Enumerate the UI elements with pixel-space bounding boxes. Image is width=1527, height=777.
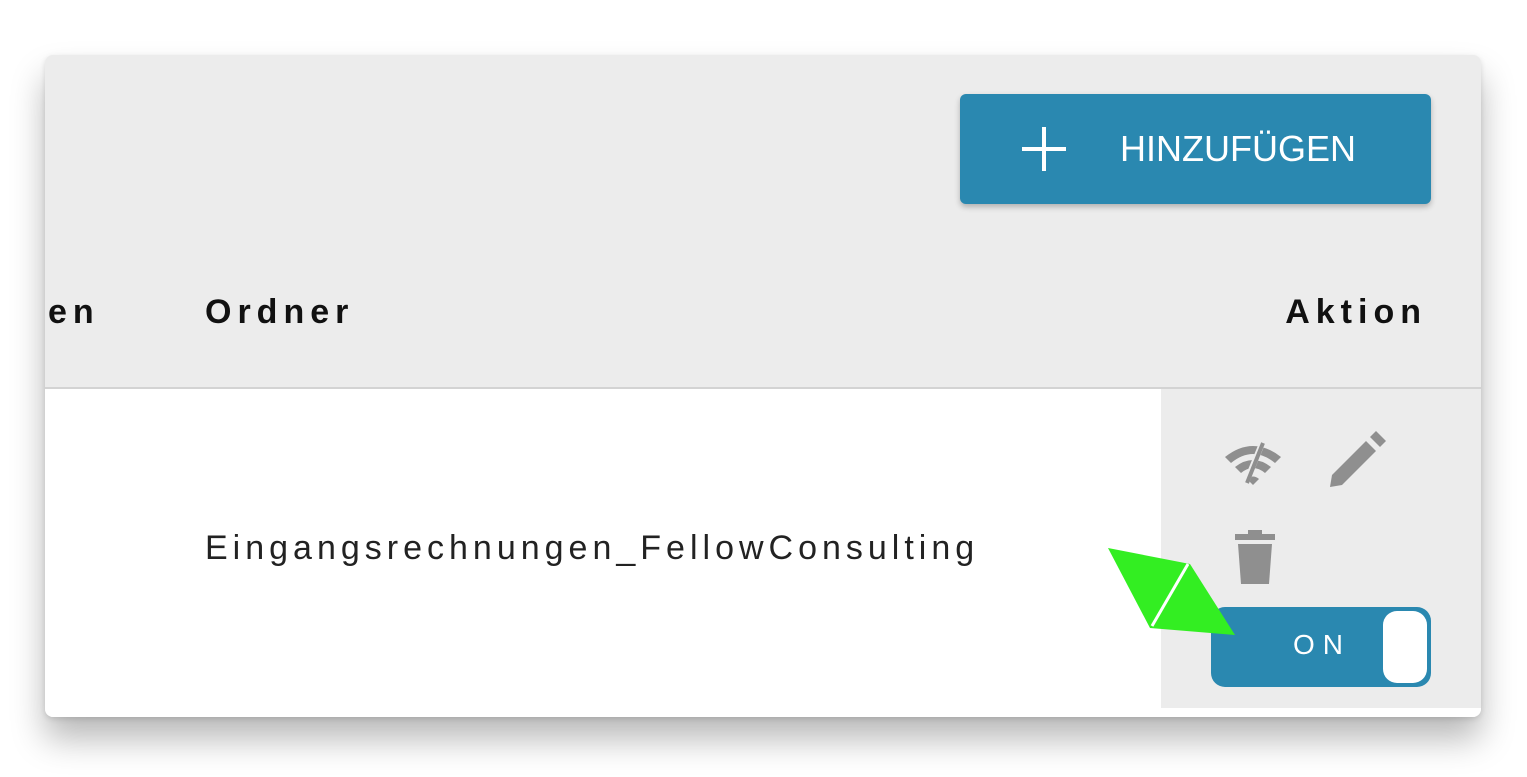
column-header-ordner[interactable]: Ordner [205,293,354,332]
folder-name-cell: Eingangsrechnungen_FellowConsulting [205,529,980,567]
wifi-off-icon[interactable] [1223,439,1283,487]
toggle-label: ON [1293,629,1351,660]
trash-icon[interactable] [1235,530,1275,584]
column-header-aktion: Aktion [1285,293,1427,331]
action-cell: ON [1161,389,1481,708]
column-header-truncated[interactable]: en [48,293,100,332]
add-button[interactable]: HINZUFÜGEN [960,94,1431,204]
table-row: Eingangsrechnungen_FellowConsulting ON [45,389,1481,717]
toggle-knob [1383,611,1427,683]
screen: HINZUFÜGEN en Ordner Aktion Eingangsrech… [0,0,1527,777]
folder-table-panel: HINZUFÜGEN en Ordner Aktion Eingangsrech… [45,55,1481,717]
table-header: en Ordner Aktion [45,275,1481,385]
add-button-label: HINZUFÜGEN [1120,128,1356,169]
pencil-icon[interactable] [1326,431,1386,491]
active-toggle[interactable]: ON [1211,607,1431,687]
plus-icon [1022,127,1066,171]
